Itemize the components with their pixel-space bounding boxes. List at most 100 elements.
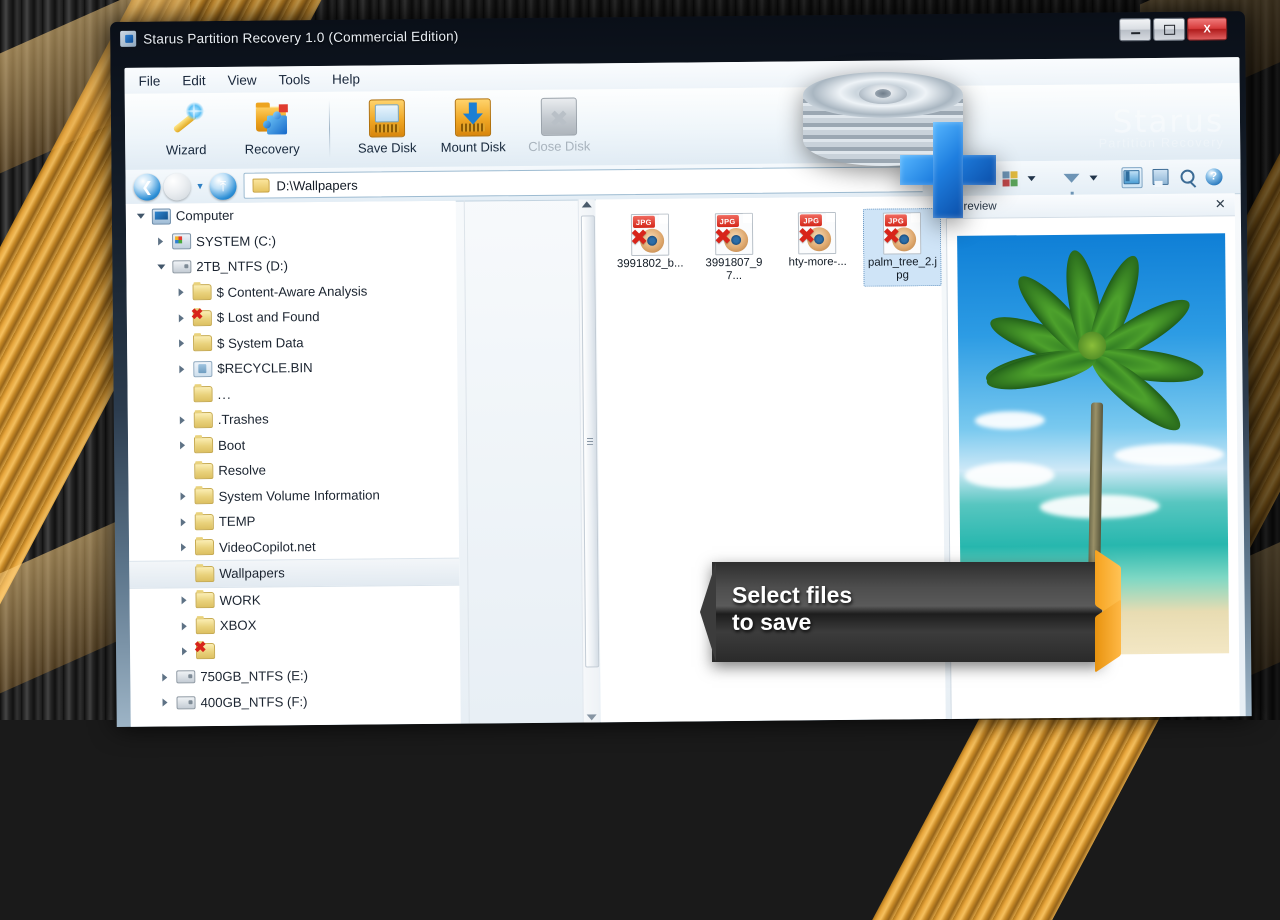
folder-icon — [195, 592, 214, 608]
expander-closed-icon[interactable] — [176, 416, 189, 424]
tree-node[interactable]: Boot — [128, 430, 458, 459]
tree-node[interactable]: Computer — [126, 201, 456, 230]
callout-banner: Select files to save — [700, 562, 1120, 662]
tree-node-label: Resolve — [218, 463, 266, 478]
scroll-up-icon[interactable] — [582, 201, 592, 207]
expander-closed-icon[interactable] — [158, 673, 171, 681]
tree-node[interactable]: $RECYCLE.BIN — [127, 354, 457, 383]
chevron-down-icon[interactable]: ▼ — [194, 181, 207, 191]
tree-node[interactable]: ✖ $ Lost and Found — [127, 303, 457, 332]
help-icon[interactable]: ? — [1205, 167, 1223, 186]
tree-node[interactable]: VideoCopilot.net — [129, 532, 459, 561]
toolbar-label-close-disk: Close Disk — [528, 138, 590, 154]
menu-item-file[interactable]: File — [138, 73, 160, 88]
filter-funnel-icon[interactable] — [1063, 168, 1081, 187]
tree-node[interactable]: 2TB_NTFS (D:) — [126, 252, 456, 281]
deleted-folder-icon: ✖ — [193, 310, 212, 326]
expander-closed-icon[interactable] — [175, 340, 188, 348]
tree-node[interactable]: $ Content-Aware Analysis — [126, 277, 456, 306]
system-drive-icon — [172, 233, 191, 249]
blue-plus-icon — [900, 122, 996, 218]
save-icon[interactable] — [1152, 167, 1170, 186]
minimize-button[interactable] — [1119, 18, 1151, 41]
address-text: D:\Wallpapers — [276, 177, 357, 193]
app-icon — [120, 31, 136, 47]
expander-closed-icon[interactable] — [175, 289, 188, 297]
tree-node-label: XBOX — [220, 618, 257, 633]
expander-closed-icon[interactable] — [178, 622, 191, 630]
menu-item-help[interactable]: Help — [332, 71, 360, 86]
toolbar-separator — [329, 100, 331, 158]
tree-node-label: VideoCopilot.net — [219, 539, 316, 555]
tree-node-label: TEMP — [219, 514, 256, 529]
tree-node-label: .Trashes — [218, 412, 269, 427]
file-grid: JPG✖3991802_b...JPG✖3991807_97...JPG✖hty… — [612, 208, 942, 289]
toolbar-label-mount-disk: Mount Disk — [441, 139, 506, 155]
tree-node[interactable]: $ System Data — [127, 328, 457, 357]
toolbar-button-wizard[interactable]: Wizard — [143, 97, 230, 158]
folder-icon — [195, 539, 214, 555]
close-button[interactable]: X — [1187, 17, 1227, 40]
search-icon[interactable] — [1178, 167, 1196, 186]
tree-node-label: 750GB_NTFS (E:) — [200, 668, 308, 684]
toolbar-button-mount-disk[interactable]: Mount Disk — [430, 94, 517, 155]
close-icon[interactable]: ✕ — [1215, 196, 1226, 212]
tree-node[interactable]: 750GB_NTFS (E:) — [130, 662, 460, 691]
expander-closed-icon[interactable] — [178, 648, 191, 656]
file-name-label: 3991802_b... — [617, 258, 684, 272]
menu-item-view[interactable]: View — [228, 72, 257, 87]
up-arrow-icon[interactable]: ⤒ — [209, 172, 236, 199]
folder-icon — [193, 335, 212, 351]
tree-node[interactable]: WORK — [129, 585, 459, 614]
expander-closed-icon[interactable] — [178, 597, 191, 605]
expander-open-icon[interactable] — [154, 265, 167, 270]
tree-node[interactable]: 400GB_NTFS (F:) — [130, 687, 460, 716]
chevron-down-icon[interactable] — [1028, 176, 1036, 181]
menu-item-tools[interactable]: Tools — [279, 72, 311, 87]
tree-node[interactable]: XBOX — [130, 611, 460, 640]
tree-node-label: $RECYCLE.BIN — [217, 360, 312, 376]
tree-node[interactable]: ... — [127, 379, 457, 408]
folder-icon — [252, 178, 269, 192]
tree-node[interactable]: Wallpapers — [129, 558, 459, 589]
maximize-button[interactable] — [1153, 18, 1185, 41]
expander-closed-icon[interactable] — [177, 518, 190, 526]
menu-item-edit[interactable]: Edit — [182, 73, 205, 88]
toolbar-button-recovery[interactable]: Recovery — [229, 96, 316, 157]
tree-node-label: System Volume Information — [218, 487, 379, 504]
expander-closed-icon[interactable] — [177, 544, 190, 552]
callout-chevron-icon — [1095, 558, 1147, 666]
expander-closed-icon[interactable] — [175, 365, 188, 373]
file-item[interactable]: JPG✖3991802_b... — [612, 210, 688, 274]
expander-closed-icon[interactable] — [154, 238, 167, 246]
expander-open-icon[interactable] — [134, 214, 147, 219]
toolbar-button-save-disk[interactable]: Save Disk — [344, 95, 431, 156]
expander-closed-icon[interactable] — [177, 493, 190, 501]
chevron-down-icon[interactable] — [1090, 175, 1098, 180]
deleted-marker-icon: ✖ — [714, 227, 733, 249]
preview-pane-icon[interactable] — [1121, 167, 1143, 188]
folder-icon — [194, 386, 213, 402]
tree-node[interactable]: .Trashes — [128, 405, 458, 434]
tree-node[interactable]: System Volume Information — [128, 481, 458, 510]
expander-closed-icon[interactable] — [176, 442, 189, 450]
tree-node[interactable]: TEMP — [129, 507, 459, 536]
file-name-label: hty-more-... — [789, 256, 847, 270]
tree-node[interactable]: SYSTEM (C:) — [126, 226, 456, 255]
expander-closed-icon[interactable] — [158, 699, 171, 707]
tree-node-label: Computer — [176, 208, 234, 224]
tree-node-label: WORK — [219, 592, 260, 607]
expander-closed-icon[interactable] — [175, 314, 188, 322]
tree-node-label: $ Content-Aware Analysis — [217, 283, 368, 299]
deleted-marker-icon: ✖ — [797, 226, 816, 248]
tree-node-label: $ Lost and Found — [217, 309, 320, 325]
file-item[interactable]: JPG✖3991807_97... — [696, 210, 772, 287]
tree-node[interactable]: Resolve — [128, 456, 458, 485]
forward-blank-icon[interactable] — [163, 173, 190, 200]
back-arrow-icon[interactable]: ❮ — [133, 173, 160, 200]
folder-icon — [196, 618, 215, 634]
tree-node-label: 2TB_NTFS (D:) — [196, 259, 288, 275]
callout-text: Select files to save — [732, 582, 852, 636]
tree-node[interactable]: ✖ — [130, 636, 460, 665]
folder-tree[interactable]: Computer SYSTEM (C:) 2TB_NTFS (D:) $ Conten… — [126, 201, 461, 727]
